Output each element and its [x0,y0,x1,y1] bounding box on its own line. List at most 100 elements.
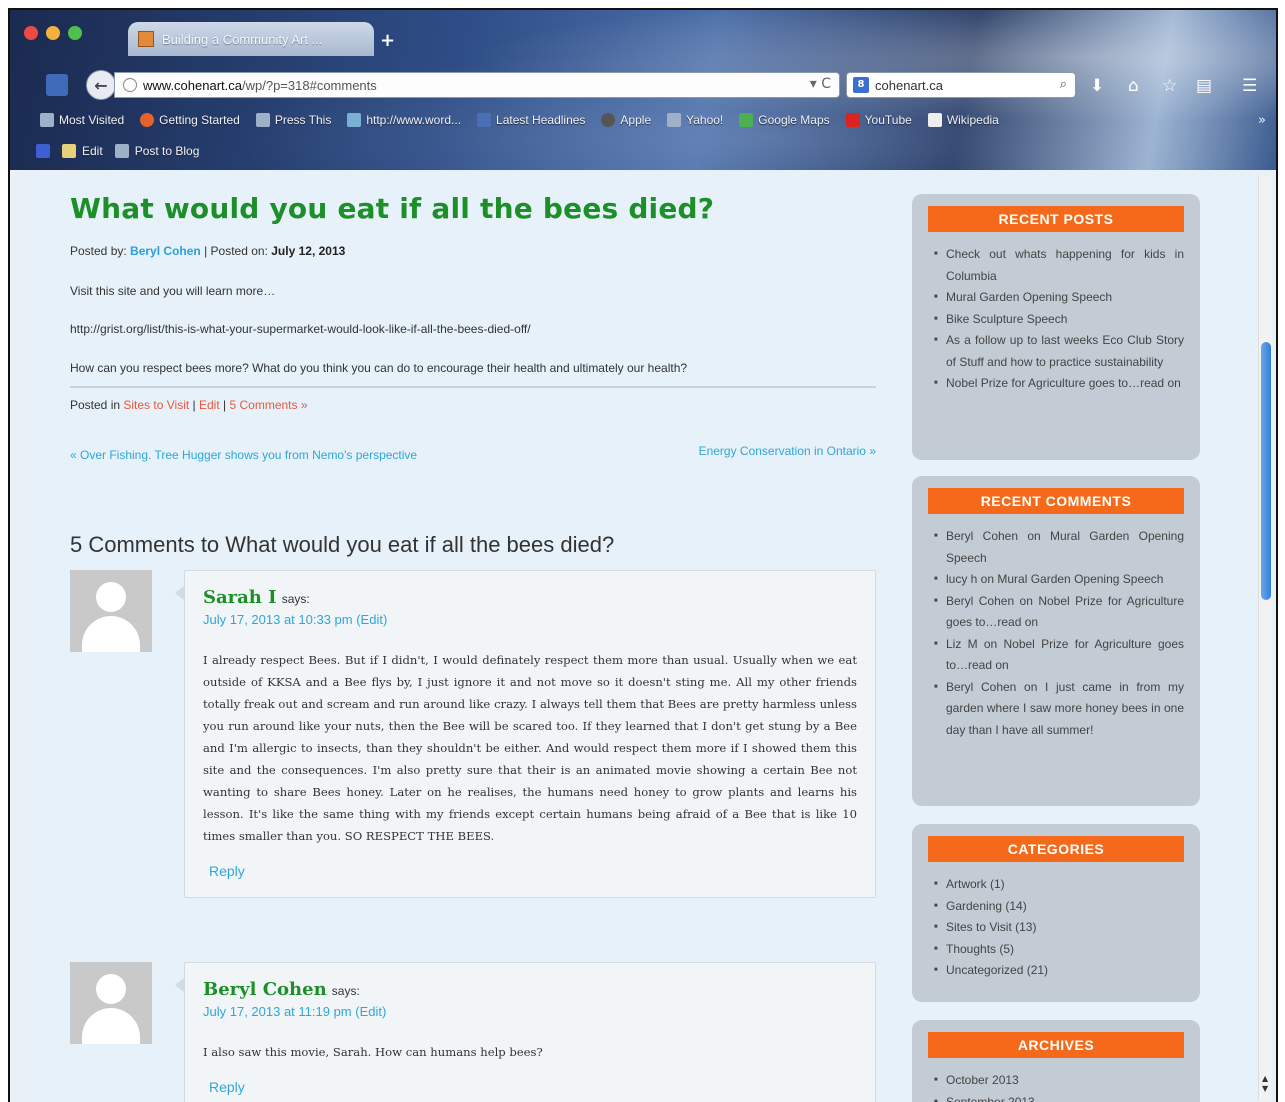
post-author-link[interactable]: Beryl Cohen [130,244,201,258]
maximize-window-button[interactable] [68,26,82,40]
previous-post-link[interactable]: « Over Fishing. Tree Hugger shows you fr… [70,444,430,466]
list-item[interactable]: Uncategorized (21) [934,960,1184,982]
bookmark-item[interactable]: http://www.word... [347,113,461,127]
web-page: What would you eat if all the bees died?… [30,172,1258,1102]
archives-list: October 2013 September 2013 [928,1070,1184,1102]
page-icon [255,113,270,127]
blog-icon [114,144,129,158]
wikipedia-icon [927,113,942,127]
bookmark-star-icon[interactable]: ☆ [1162,76,1177,96]
widget-title: RECENT POSTS [928,206,1184,232]
bookmarks-list-icon[interactable]: ▤ [1196,76,1212,96]
post-paragraph: Visit this site and you will learn more… [70,284,276,298]
scroll-arrows-icon[interactable]: ▲ ▼ [1262,1074,1268,1094]
maps-icon [739,113,754,127]
close-window-button[interactable] [24,26,38,40]
pencil-icon [62,144,76,158]
folder-icon [40,113,54,127]
post-to-blog-tool[interactable]: Post to Blog [114,144,199,158]
list-item[interactable]: Gardening (14) [934,896,1184,918]
list-item[interactable]: Beryl Cohen on Nobel Prize for Agricultu… [934,591,1184,634]
next-post-link[interactable]: Energy Conservation in Ontario » [699,444,876,458]
search-engine-icon[interactable]: 8 [853,77,869,93]
list-item[interactable]: Nobel Prize for Agriculture goes to…read… [934,373,1184,395]
comment-date-link[interactable]: July 17, 2013 at 11:19 pm (Edit) [203,1004,857,1019]
firefox-icon [140,113,155,127]
comment-author: Sarah I [203,587,277,608]
list-item[interactable]: Sites to Visit (13) [934,917,1184,939]
list-item[interactable]: As a follow up to last weeks Eco Club St… [934,330,1184,373]
widget-title: RECENT COMMENTS [928,488,1184,514]
reload-icon[interactable]: ▾ C [810,76,831,92]
wordpress-icon [347,113,362,127]
post-meta: Posted by: Beryl Cohen | Posted on: July… [70,244,346,258]
extension-toolbar: Edit Post to Blog [10,140,199,162]
comment-author: Beryl Cohen [203,979,327,1000]
bookmark-item[interactable]: Getting Started [140,113,240,127]
menu-icon[interactable]: ☰ [1242,76,1257,96]
bookmark-item[interactable]: Press This [255,113,331,127]
bookmark-item[interactable]: Apple [601,113,651,127]
comment-body: I also saw this movie, Sarah. How can hu… [203,1045,543,1059]
archives-widget: ARCHIVES October 2013 September 2013 [912,1020,1200,1102]
scrollbar-thumb[interactable] [1261,342,1271,600]
category-link[interactable]: Sites to Visit [123,398,189,412]
bookmark-item[interactable]: Latest Headlines [477,113,585,127]
post-date: July 12, 2013 [271,244,346,258]
comments-link[interactable]: 5 Comments » [229,398,307,412]
post-title[interactable]: What would you eat if all the bees died? [70,192,714,225]
rss-icon [477,113,492,127]
list-item[interactable]: Beryl Cohen on I just came in from my ga… [934,677,1184,742]
categories-list: Artwork (1) Gardening (14) Sites to Visi… [928,874,1184,982]
categories-widget: CATEGORIES Artwork (1) Gardening (14) Si… [912,824,1200,1002]
recent-comments-list: Beryl Cohen on Mural Garden Opening Spee… [928,526,1184,741]
search-bar[interactable]: 8 cohenart.ca ⌕ [846,72,1076,98]
download-icon[interactable]: ⬇ [1090,76,1104,96]
reply-link[interactable]: Reply [209,1079,857,1095]
edit-tool[interactable]: Edit [62,144,103,158]
browser-chrome: Building a Community Art ... + ← www.coh… [10,10,1276,170]
bookmark-item[interactable]: Yahoo! [667,113,723,127]
list-item[interactable]: October 2013 [934,1070,1184,1092]
minimize-window-button[interactable] [46,26,60,40]
url-path: /wp/?p=318#comments [242,77,377,93]
recent-posts-list: Check out whats happening for kids in Co… [928,244,1184,395]
list-item[interactable]: Mural Garden Opening Speech [934,287,1184,309]
list-item[interactable]: Beryl Cohen on Mural Garden Opening Spee… [934,526,1184,569]
bookmark-item[interactable]: Google Maps [739,113,830,127]
search-icon[interactable]: ⌕ [1060,77,1067,92]
home-icon[interactable]: ⌂ [1128,76,1139,96]
page-icon [667,113,682,127]
list-item[interactable]: September 2013 [934,1092,1184,1102]
reply-link[interactable]: Reply [209,863,857,879]
comment-date-link[interactable]: July 17, 2013 at 10:33 pm (Edit) [203,612,857,627]
bookmark-item[interactable]: Wikipedia [927,113,999,127]
new-tab-button[interactable]: + [380,30,395,51]
search-input[interactable]: cohenart.ca [875,78,943,93]
bookmark-item[interactable]: YouTube [845,113,912,127]
list-item[interactable]: Liz M on Nobel Prize for Agriculture goe… [934,634,1184,677]
home-app-icon[interactable] [46,74,68,96]
extension-icon[interactable] [36,144,50,158]
browser-tab[interactable]: Building a Community Art ... [128,22,374,56]
list-item[interactable]: lucy h on Mural Garden Opening Speech [934,569,1184,591]
list-item[interactable]: Bike Sculpture Speech [934,309,1184,331]
bookmark-item[interactable]: Most Visited [40,113,124,127]
more-bookmarks-icon[interactable]: » [1258,113,1266,128]
url-bar[interactable]: www.cohenart.ca/wp/?p=318#comments ▾ C [114,72,840,98]
post-paragraph: How can you respect bees more? What do y… [70,361,688,375]
widget-title: CATEGORIES [928,836,1184,862]
navigation-bar: ← www.cohenart.ca/wp/?p=318#comments ▾ C… [10,66,1276,104]
list-item[interactable]: Check out whats happening for kids in Co… [934,244,1184,287]
vertical-scrollbar[interactable]: ▲ ▼ [1258,176,1272,1100]
browser-window: Building a Community Art ... + ← www.coh… [8,8,1278,1102]
back-button[interactable]: ← [86,70,116,100]
avatar [70,962,152,1044]
post-paragraph: http://grist.org/list/this-is-what-your-… [70,322,531,336]
comment-body: I already respect Bees. But if I didn't,… [203,653,857,843]
edit-link[interactable]: Edit [199,398,220,412]
apple-icon [601,113,616,127]
url-host: www.cohenart.ca [143,77,242,93]
list-item[interactable]: Artwork (1) [934,874,1184,896]
list-item[interactable]: Thoughts (5) [934,939,1184,961]
